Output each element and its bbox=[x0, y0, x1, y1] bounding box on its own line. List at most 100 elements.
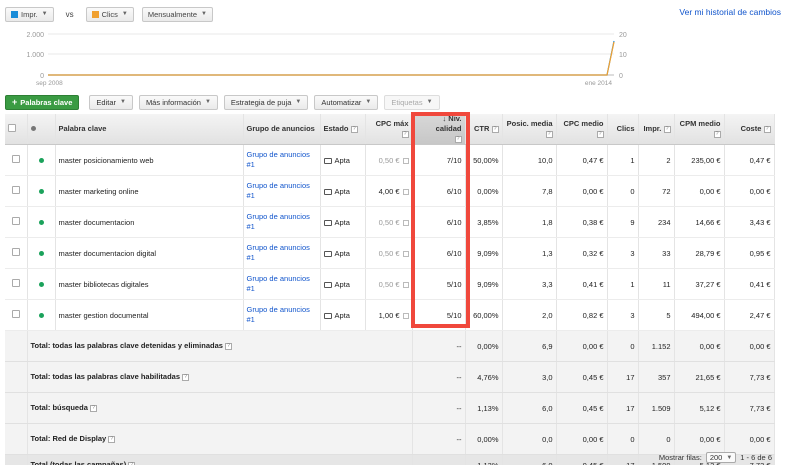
enabled-dot-icon[interactable] bbox=[38, 188, 44, 194]
header-avg-cpm[interactable]: CPM medio ? bbox=[674, 114, 725, 145]
adgroup-link[interactable]: Grupo de anuncios #1 bbox=[247, 243, 310, 262]
change-history-link[interactable]: Ver mi historial de cambios bbox=[679, 7, 781, 17]
help-icon[interactable]: ? bbox=[401, 130, 409, 138]
table-row[interactable]: master bibliotecas digitales Grupo de anu… bbox=[5, 268, 775, 300]
help-icon[interactable]: ? bbox=[350, 125, 358, 133]
header-status-dot bbox=[27, 114, 56, 145]
edit-bid-icon[interactable] bbox=[402, 157, 409, 164]
help-icon[interactable]: ? bbox=[763, 125, 771, 133]
header-status[interactable]: Estado ? bbox=[320, 114, 366, 145]
keyword-cell[interactable]: master bibliotecas digitales bbox=[55, 268, 244, 300]
avg-cpc-cell: 0,45 € bbox=[556, 361, 608, 393]
enabled-dot-icon[interactable] bbox=[38, 157, 44, 163]
edit-bid-icon[interactable] bbox=[402, 219, 409, 226]
help-icon[interactable]: ? bbox=[108, 435, 116, 443]
speech-bubble-icon[interactable] bbox=[323, 281, 332, 288]
status-text: Apta bbox=[334, 155, 350, 165]
header-keyword[interactable]: Palabra clave bbox=[55, 114, 244, 145]
more-info-label: Más información bbox=[145, 97, 201, 107]
adgroup-link[interactable]: Grupo de anuncios #1 bbox=[247, 150, 310, 169]
help-icon[interactable]: ? bbox=[128, 461, 136, 465]
more-info-menu-button[interactable]: Más información ▼ bbox=[138, 94, 218, 110]
automate-menu-button[interactable]: Automatizar ▼ bbox=[314, 94, 379, 110]
max-cpc-cell[interactable]: 0,50 € bbox=[365, 144, 413, 176]
max-cpc-cell[interactable]: 0,50 € bbox=[365, 206, 413, 238]
row-select-cell[interactable] bbox=[5, 237, 28, 269]
row-checkbox[interactable] bbox=[11, 186, 20, 194]
adgroup-link[interactable]: Grupo de anuncios #1 bbox=[247, 181, 310, 200]
keyword-cell[interactable]: master posicionamiento web bbox=[55, 144, 244, 176]
avg-cpm-cell: 37,27 € bbox=[674, 268, 725, 300]
row-select-cell[interactable] bbox=[5, 268, 28, 300]
metric2-dropdown[interactable]: Clics ▼ bbox=[85, 6, 134, 22]
keyword-cell[interactable]: master documentacion digital bbox=[55, 237, 244, 269]
period-dropdown[interactable]: Mensualmente ▼ bbox=[141, 6, 213, 22]
enabled-dot-icon[interactable] bbox=[38, 312, 44, 318]
table-row[interactable]: master gestion documental Grupo de anunci… bbox=[5, 299, 775, 331]
edit-menu-button[interactable]: Editar ▼ bbox=[89, 94, 133, 110]
edit-bid-icon[interactable] bbox=[402, 281, 409, 288]
speech-bubble-icon[interactable] bbox=[323, 250, 332, 257]
help-icon[interactable]: ? bbox=[596, 130, 604, 138]
edit-bid-icon[interactable] bbox=[402, 250, 409, 257]
labels-menu-button[interactable]: Etiquetas ▼ bbox=[384, 94, 440, 110]
keyword-cell[interactable]: master documentacion bbox=[55, 206, 244, 238]
row-select-cell[interactable] bbox=[5, 299, 28, 331]
row-checkbox[interactable] bbox=[11, 217, 20, 225]
speech-bubble-icon[interactable] bbox=[323, 312, 332, 319]
speech-bubble-icon[interactable] bbox=[323, 219, 332, 226]
edit-bid-icon[interactable] bbox=[402, 312, 409, 319]
table-row[interactable]: master posicionamiento web Grupo de anunc… bbox=[5, 144, 775, 176]
header-clicks[interactable]: Clics bbox=[607, 114, 639, 145]
row-checkbox[interactable] bbox=[11, 155, 20, 163]
adgroup-link[interactable]: Grupo de anuncios #1 bbox=[247, 212, 310, 231]
header-quality[interactable]: ↓ Niv. calidad? bbox=[412, 114, 466, 145]
keyword-cell[interactable]: master marketing online bbox=[55, 175, 244, 207]
header-cost[interactable]: Coste ? bbox=[724, 114, 775, 145]
table-row[interactable]: master documentacion digital Grupo de anu… bbox=[5, 237, 775, 269]
speech-bubble-icon[interactable] bbox=[323, 188, 332, 195]
max-cpc-cell[interactable]: 1,00 € bbox=[365, 299, 413, 331]
max-cpc-cell[interactable]: 0,50 € bbox=[365, 237, 413, 269]
add-keywords-button[interactable]: + Palabras clave bbox=[5, 94, 80, 110]
header-avg-pos[interactable]: Posic. media ? bbox=[502, 114, 557, 145]
row-select-cell[interactable] bbox=[5, 206, 28, 238]
header-ctr[interactable]: CTR ? bbox=[465, 114, 503, 145]
enabled-dot-icon[interactable] bbox=[38, 219, 44, 225]
help-icon[interactable]: ? bbox=[545, 130, 553, 138]
adgroup-link[interactable]: Grupo de anuncios #1 bbox=[247, 274, 310, 293]
header-adgroup[interactable]: Grupo de anuncios bbox=[243, 114, 321, 145]
row-select-cell[interactable] bbox=[5, 175, 28, 207]
header-max-cpc[interactable]: CPC máx ? bbox=[365, 114, 413, 145]
edit-bid-icon[interactable] bbox=[402, 188, 409, 195]
metric1-dropdown[interactable]: Impr. ▼ bbox=[5, 6, 54, 22]
help-icon[interactable]: ? bbox=[89, 404, 97, 412]
max-cpc-cell[interactable]: 4,00 € bbox=[365, 175, 413, 207]
row-checkbox[interactable] bbox=[11, 248, 20, 256]
table-row[interactable]: master marketing online Grupo de anuncios… bbox=[5, 175, 775, 207]
help-icon[interactable]: ? bbox=[713, 130, 721, 138]
help-icon[interactable]: ? bbox=[491, 125, 499, 133]
row-checkbox[interactable] bbox=[11, 310, 20, 318]
help-icon[interactable]: ? bbox=[182, 373, 190, 381]
enabled-dot-icon[interactable] bbox=[38, 281, 44, 287]
rows-per-page-select[interactable]: 200 ▼ bbox=[705, 452, 737, 463]
help-icon[interactable]: ? bbox=[663, 125, 671, 133]
row-checkbox[interactable] bbox=[11, 279, 20, 287]
header-avg-cpc[interactable]: CPC medio ? bbox=[556, 114, 608, 145]
help-icon[interactable]: ? bbox=[454, 135, 462, 143]
header-select-all[interactable] bbox=[5, 114, 28, 145]
adgroup-link[interactable]: Grupo de anuncios #1 bbox=[247, 305, 310, 324]
header-impr[interactable]: Impr. ? bbox=[638, 114, 675, 145]
table-row[interactable]: master documentacion Grupo de anuncios #1… bbox=[5, 206, 775, 238]
enabled-dot-icon[interactable] bbox=[38, 250, 44, 256]
speech-bubble-icon[interactable] bbox=[323, 157, 332, 164]
select-all-checkbox[interactable] bbox=[8, 123, 16, 132]
max-cpc-cell[interactable]: 0,50 € bbox=[365, 268, 413, 300]
bid-strategy-menu-button[interactable]: Estrategia de puja ▼ bbox=[223, 94, 309, 110]
keyword-cell[interactable]: master gestion documental bbox=[55, 299, 244, 331]
help-icon[interactable]: ? bbox=[225, 342, 233, 350]
clicks-cell: 3 bbox=[607, 237, 639, 269]
ctr-cell: 0,00% bbox=[465, 423, 503, 455]
row-select-cell[interactable] bbox=[5, 144, 28, 176]
